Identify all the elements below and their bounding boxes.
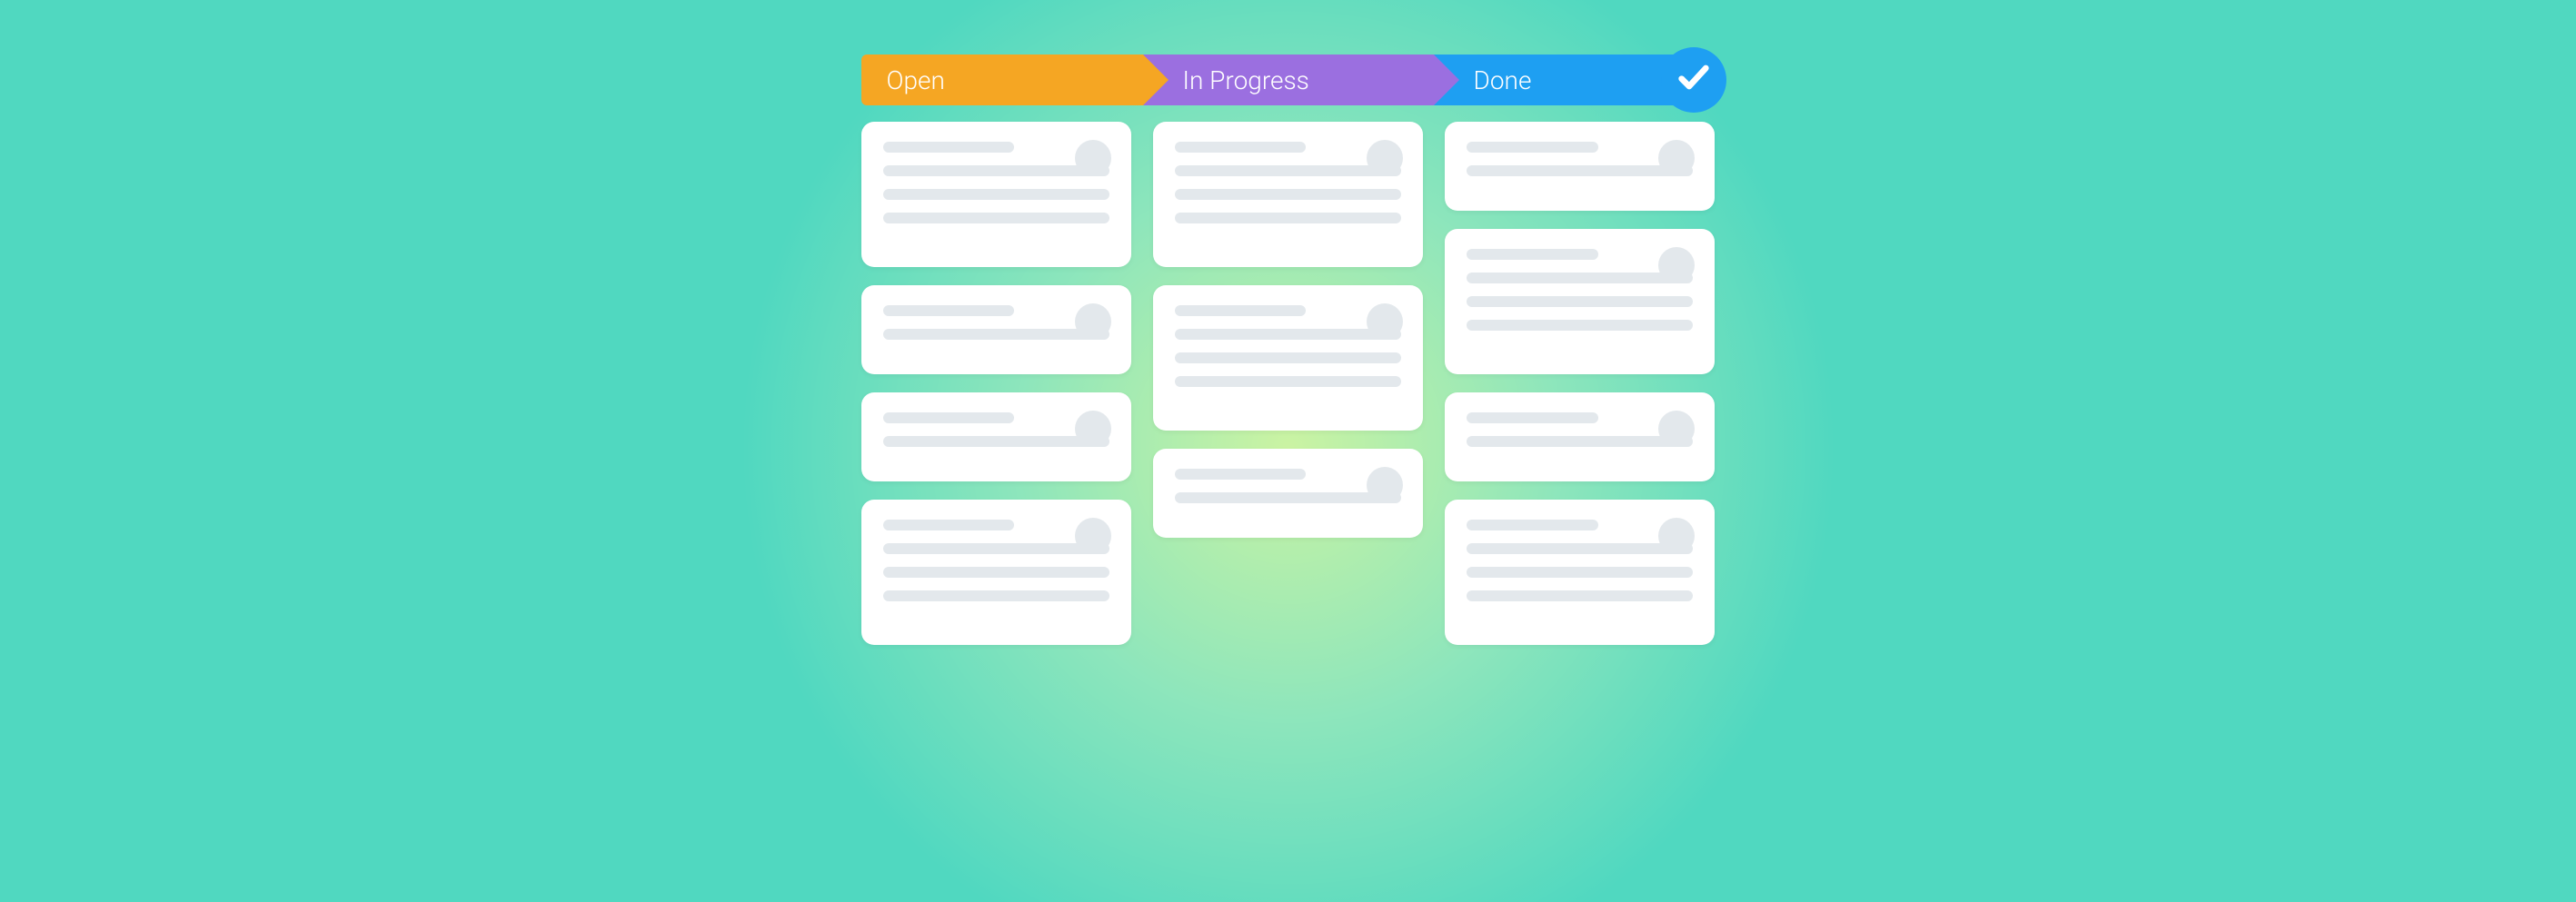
task-card[interactable] [861, 392, 1131, 481]
placeholder-line [1467, 436, 1693, 447]
placeholder-line [883, 329, 1109, 340]
task-card[interactable] [1153, 449, 1423, 538]
placeholder-line [883, 213, 1109, 223]
placeholder-line [883, 165, 1109, 176]
task-card[interactable] [1445, 500, 1715, 645]
task-card[interactable] [861, 285, 1131, 374]
task-card[interactable] [861, 500, 1131, 645]
placeholder-line [883, 305, 1015, 316]
placeholder-line [883, 520, 1015, 530]
task-card[interactable] [861, 122, 1131, 267]
avatar-icon [1367, 303, 1403, 340]
placeholder-line [1175, 469, 1307, 480]
status-step-in-progress[interactable]: In Progress [1143, 55, 1434, 105]
placeholder-line [1467, 412, 1598, 423]
placeholder-line [1175, 213, 1401, 223]
placeholder-line [1467, 142, 1598, 153]
task-card[interactable] [1153, 285, 1423, 431]
placeholder-line [1467, 520, 1598, 530]
status-label: Done [1474, 65, 1532, 95]
placeholder-line [883, 590, 1109, 601]
avatar-icon [1658, 411, 1695, 447]
avatar-icon [1367, 467, 1403, 503]
avatar-icon [1367, 140, 1403, 176]
placeholder-line [883, 543, 1109, 554]
column-in-progress [1153, 122, 1423, 538]
column-done [1445, 122, 1715, 645]
placeholder-line [1175, 165, 1401, 176]
checkmark-icon [1676, 59, 1712, 102]
status-headers: Open In Progress Done [861, 55, 1716, 105]
status-step-done[interactable]: Done [1434, 55, 1716, 105]
placeholder-line [1467, 273, 1693, 283]
kanban-board: Open In Progress Done [861, 55, 1716, 645]
placeholder-line [1175, 492, 1401, 503]
placeholder-line [883, 567, 1109, 578]
placeholder-line [1175, 352, 1401, 363]
placeholder-line [1467, 590, 1693, 601]
placeholder-line [1467, 567, 1693, 578]
placeholder-line [883, 412, 1015, 423]
placeholder-line [1175, 329, 1401, 340]
task-card[interactable] [1445, 229, 1715, 374]
placeholder-line [1175, 376, 1401, 387]
placeholder-line [883, 189, 1109, 200]
status-label: Open [887, 65, 945, 95]
placeholder-line [1467, 320, 1693, 331]
column-open [861, 122, 1131, 645]
avatar-icon [1658, 247, 1695, 283]
task-card[interactable] [1445, 392, 1715, 481]
task-card[interactable] [1153, 122, 1423, 267]
placeholder-line [1175, 189, 1401, 200]
avatar-icon [1658, 518, 1695, 554]
avatar-icon [1658, 140, 1695, 176]
placeholder-line [883, 436, 1109, 447]
placeholder-line [883, 142, 1015, 153]
status-label: In Progress [1183, 65, 1309, 95]
placeholder-line [1467, 543, 1693, 554]
status-step-open[interactable]: Open [861, 55, 1143, 105]
done-badge [1661, 47, 1726, 113]
board-columns [861, 122, 1716, 645]
placeholder-line [1467, 249, 1598, 260]
task-card[interactable] [1445, 122, 1715, 211]
placeholder-line [1467, 296, 1693, 307]
placeholder-line [1467, 165, 1693, 176]
placeholder-line [1175, 305, 1307, 316]
placeholder-line [1175, 142, 1307, 153]
